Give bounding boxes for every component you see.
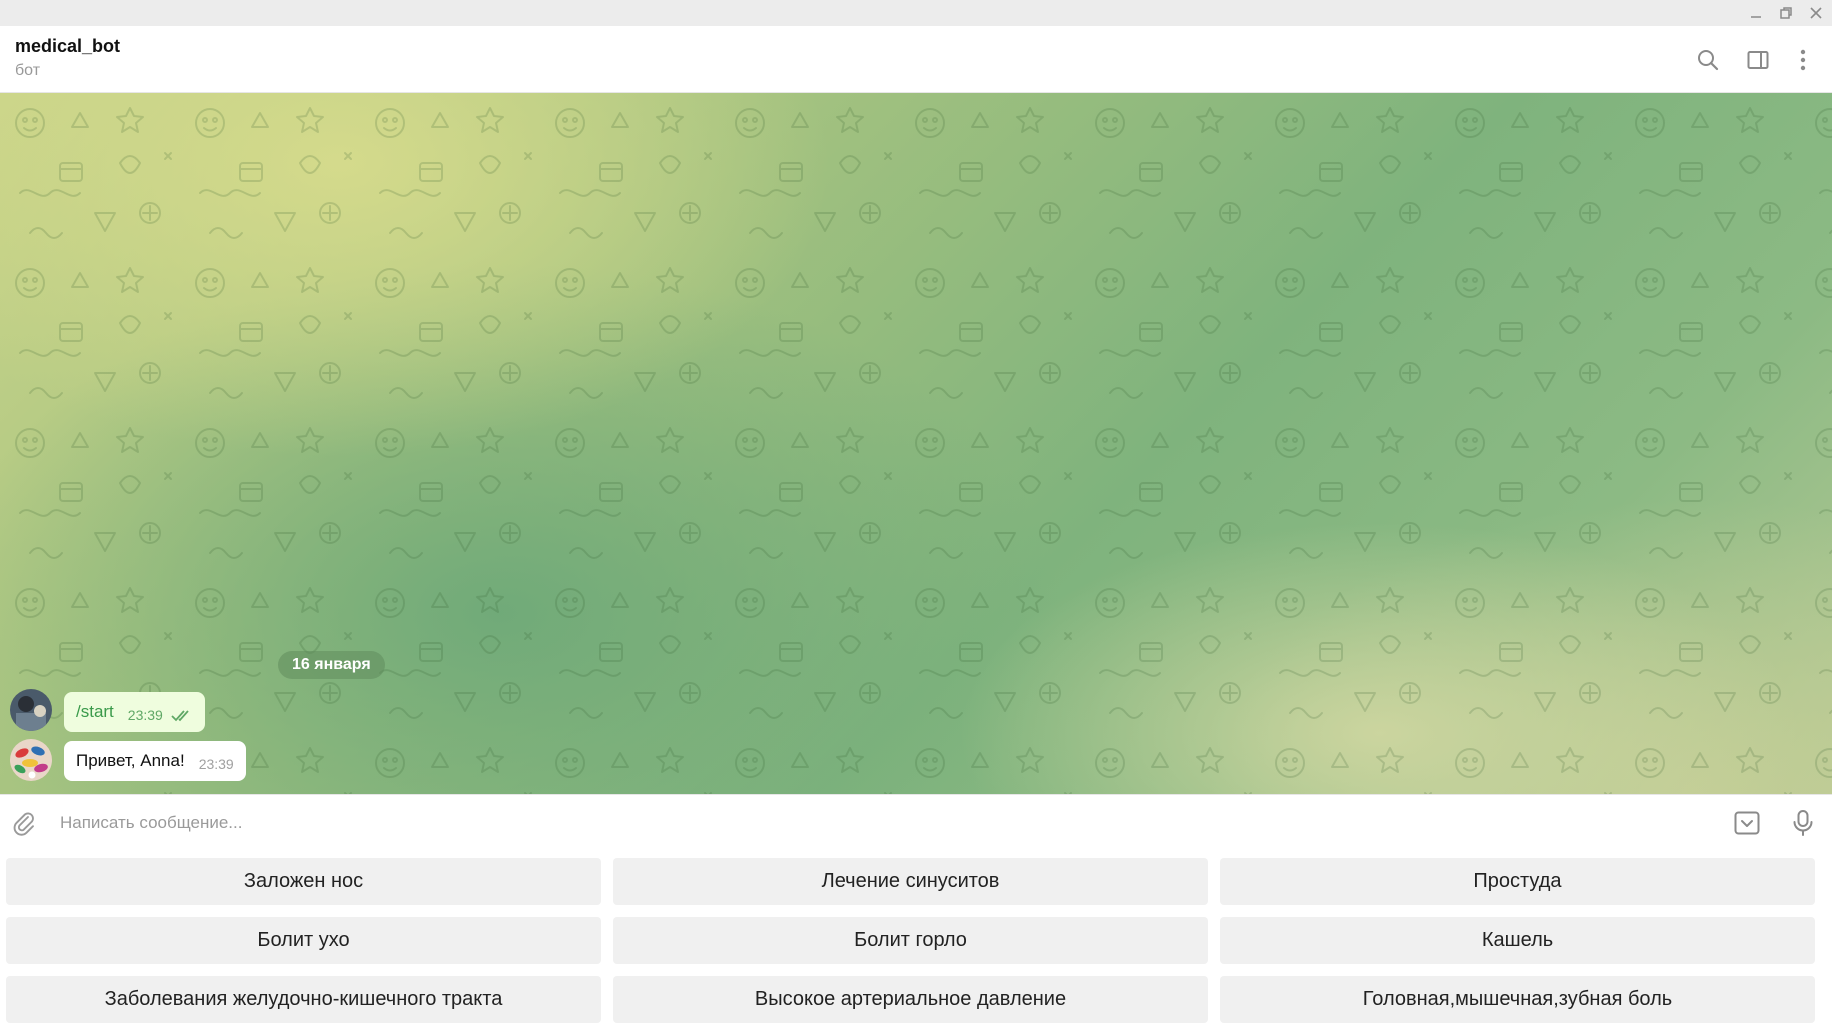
bot-keyboard-toggle-icon[interactable] [1729,805,1765,841]
close-icon[interactable] [1804,2,1828,24]
chat-header: medical_bot бот [0,26,1832,93]
reply-button-sinusitis-treatment[interactable]: Лечение синуситов [613,858,1208,905]
reply-button-stuffy-nose[interactable]: Заложен нос [6,858,601,905]
message-bubble-incoming[interactable]: Привет, Anna! 23:39 [64,741,246,781]
reply-button-cough[interactable]: Кашель [1220,917,1815,964]
microphone-icon[interactable] [1785,805,1821,841]
message-text[interactable]: /start [76,702,114,722]
chat-history[interactable]: 16 января /start 23:39 Привет, Anna! 23:… [0,93,1832,794]
bot-avatar[interactable] [10,739,52,781]
reply-button-gi-diseases[interactable]: Заболевания желудочно-кишечного тракта [6,976,601,1023]
sidebar-toggle-icon[interactable] [1740,42,1776,78]
user-avatar[interactable] [10,689,52,731]
message-input[interactable] [58,803,1658,843]
chat-subtitle: бот [15,62,41,79]
doodle-background-pattern [0,93,1832,794]
window-titlebar [0,0,1832,26]
bot-reply-keyboard: Заложен нос Лечение синуситов Простуда Б… [0,850,1832,1023]
reply-button-high-blood-pressure[interactable]: Высокое артериальное давление [613,976,1208,1023]
message-composer [0,794,1832,850]
message-time: 23:39 [198,756,234,772]
message-time: 23:39 [127,707,163,723]
reply-button-pain[interactable]: Головная,мышечная,зубная боль [1220,976,1815,1023]
minimize-icon[interactable] [1744,2,1768,24]
message-text[interactable]: Привет, Anna! [76,751,185,771]
reply-button-cold[interactable]: Простуда [1220,858,1815,905]
message-bubble-outgoing[interactable]: /start 23:39 [64,692,205,732]
chat-title[interactable]: medical_bot [15,36,120,57]
maximize-icon[interactable] [1774,2,1798,24]
reply-button-sore-throat[interactable]: Болит горло [613,917,1208,964]
attach-icon[interactable] [6,805,42,841]
search-icon[interactable] [1690,42,1726,78]
date-separator: 16 января [278,651,385,679]
more-vertical-icon[interactable] [1785,42,1821,78]
reply-button-ear-pain[interactable]: Болит ухо [6,917,601,964]
double-check-icon [171,708,193,722]
